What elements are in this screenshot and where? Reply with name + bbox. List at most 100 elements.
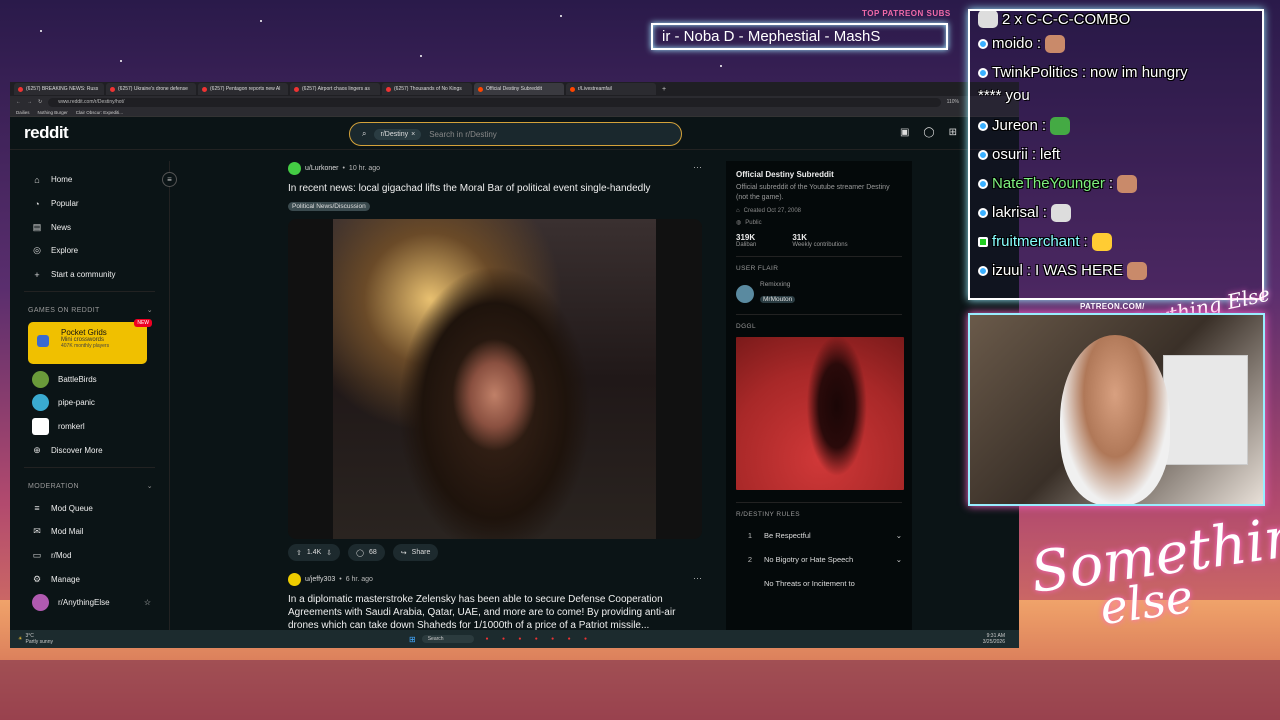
- webcam-feed: [968, 313, 1265, 506]
- subreddit-name: Official Destiny Subreddit: [736, 170, 834, 179]
- comment-icon: ◯: [356, 549, 364, 557]
- post-time: 6 hr. ago: [345, 576, 373, 583]
- browser-tab[interactable]: (6257) Airport chaos lingers as: [290, 83, 380, 95]
- reddit-header: reddit ⌕ r/Destiny × Search in r/Destiny …: [10, 117, 1019, 150]
- game-battlebirds[interactable]: BattleBirds: [10, 367, 169, 391]
- search-subreddit-chip[interactable]: r/Destiny ×: [374, 128, 422, 140]
- rules-heading: R/DESTINY RULES: [736, 511, 801, 518]
- user-flair[interactable]: Remixxing MrMouton: [736, 281, 902, 306]
- subreddit-sidebar: Official Destiny Subreddit Official subr…: [726, 161, 912, 648]
- browser-tab[interactable]: (6257) BREAKING NEWS: Russ: [14, 83, 104, 95]
- browser-tab[interactable]: (6257) Pentagon reports new Al: [198, 83, 288, 95]
- mod-queue[interactable]: ≡ Mod Queue: [10, 496, 169, 520]
- nav-explore[interactable]: ◎ Explore: [10, 239, 169, 263]
- taskbar-search[interactable]: Search: [421, 635, 474, 643]
- subreddit-description: Official subreddit of the Youtube stream…: [736, 184, 890, 201]
- news-icon: ▤: [32, 221, 42, 232]
- create-post-icon[interactable]: ⊞: [949, 127, 957, 138]
- post-1[interactable]: u/Lurkoner • 10 hr. ago In recent news: lo…: [288, 162, 650, 213]
- game-card-pocket-grids[interactable]: Pocket Grids Mini crosswords 407K monthl…: [28, 319, 152, 365]
- reddit-logo[interactable]: reddit: [24, 123, 69, 143]
- chat-message: Jureon:: [978, 111, 1254, 140]
- post-title[interactable]: In a diplomatic masterstroke Zelensky ha…: [288, 593, 702, 632]
- zoom-level[interactable]: 110%: [947, 99, 959, 105]
- globe-icon: ◍: [736, 220, 742, 226]
- nav-news[interactable]: ▤ News: [10, 215, 169, 239]
- post-options-icon[interactable]: ···: [693, 573, 702, 583]
- post-author[interactable]: u/Lurkoner: [305, 165, 338, 172]
- bookmark[interactable]: Dailies: [16, 110, 30, 115]
- community-anythingelse[interactable]: r/AnythingElse ☆: [10, 591, 169, 615]
- dggl-heading: DGGL: [736, 323, 757, 330]
- bookmark[interactable]: Clair Obscur: Expediti...: [76, 110, 123, 115]
- post-options-icon[interactable]: ···: [693, 162, 702, 172]
- browser-tab[interactable]: r/Livestreamfail: [566, 83, 656, 95]
- post-flair[interactable]: Political News/Discussion: [288, 202, 370, 211]
- reload-icon[interactable]: ↻: [38, 99, 42, 105]
- nav-start-community[interactable]: + Start a community: [10, 263, 169, 287]
- moderation-section-header[interactable]: MODERATION ⌄: [10, 476, 169, 496]
- browser-tab[interactable]: (6257) Ukraine's drone defense: [106, 83, 196, 95]
- chevron-down-icon: ⌄: [895, 554, 902, 564]
- rule-3[interactable]: No Threats or Incitement to: [736, 571, 902, 595]
- downvote-icon[interactable]: ⇩: [326, 549, 332, 557]
- patreon-subs-ticker: ir - Noba D - Mephestial - MashS: [651, 23, 948, 50]
- game-pipe-panic[interactable]: pipe-panic: [10, 391, 169, 415]
- game-romkerl[interactable]: romkerl: [10, 415, 169, 439]
- forward-icon[interactable]: →: [27, 99, 32, 105]
- games-section-header[interactable]: GAMES ON REDDIT ⌄: [10, 300, 169, 320]
- back-icon[interactable]: ←: [16, 99, 21, 105]
- user-flair-heading: USER FLAIR: [736, 265, 779, 272]
- browser-tab-active[interactable]: Official Destiny Subreddit: [474, 83, 564, 95]
- share-button[interactable]: ↪ Share: [392, 544, 439, 561]
- plus-icon: +: [34, 269, 40, 280]
- star-icon[interactable]: ☆: [144, 598, 151, 607]
- search-placeholder: Search in r/Destiny: [429, 129, 497, 139]
- post-actions: ⇧ 1.4K ⇩ ◯ 68 ↪ Share: [288, 544, 439, 561]
- bookmark[interactable]: Nothing Burger: [38, 110, 68, 115]
- nav-popular[interactable]: ◔ Popular: [10, 192, 169, 216]
- bookmarks-bar: Dailies Nothing Burger Clair Obscur: Exp…: [10, 108, 1019, 117]
- manage[interactable]: ⚙ Manage: [10, 567, 169, 591]
- streamer: [1060, 335, 1170, 504]
- comments-button[interactable]: ◯ 68: [348, 544, 385, 561]
- post-2[interactable]: u/jeffy303 • 6 hr. ago In a diplomatic mas…: [288, 573, 702, 632]
- dggl-image[interactable]: [736, 337, 904, 490]
- upvote-icon[interactable]: ⇧: [296, 549, 302, 557]
- r-mod[interactable]: ▭ r/Mod: [10, 544, 169, 568]
- gear-icon: ⚙: [32, 573, 42, 584]
- vote-control[interactable]: ⇧ 1.4K ⇩: [288, 544, 341, 561]
- browser-window: (6257) BREAKING NEWS: Russ (6257) Ukrain…: [10, 82, 1019, 648]
- cake-icon: ⌂: [736, 208, 740, 214]
- explore-icon: ◎: [33, 245, 41, 256]
- chevron-down-icon: ⌄: [146, 307, 153, 315]
- chat-message: osurii: left: [978, 140, 1254, 169]
- browser-tab[interactable]: (6257) Thousands of No Kings: [382, 83, 472, 95]
- start-icon[interactable]: ⊞: [409, 635, 416, 644]
- collapse-sidebar-button[interactable]: ≡: [162, 172, 177, 187]
- pocket-grids-icon: [37, 335, 49, 348]
- weekly-contributions: 31K: [792, 233, 808, 242]
- address-bar-row: ← → ↻ www.reddit.com/r/Destiny/hot/ 110%: [10, 96, 1019, 108]
- pipe-panic-avatar: [32, 394, 49, 412]
- new-tab-icon[interactable]: +: [662, 86, 666, 93]
- post-title[interactable]: In recent news: local gigachad lifts the…: [288, 182, 650, 195]
- post-author[interactable]: u/jeffy303: [305, 576, 335, 583]
- nav-home[interactable]: ⌂ Home: [10, 168, 169, 192]
- post-image[interactable]: [288, 219, 702, 539]
- taskbar-apps[interactable]: ● ● ● ● ● ● ●: [486, 636, 593, 642]
- search-bar[interactable]: ⌕ r/Destiny × Search in r/Destiny: [349, 122, 682, 146]
- user-avatar: [288, 573, 301, 586]
- chat-message: NateTheYounger:: [978, 169, 1254, 198]
- url-field[interactable]: www.reddit.com/r/Destiny/hot/: [48, 97, 941, 107]
- rule-1[interactable]: 1 Be Respectful ⌄: [736, 523, 902, 547]
- chip-close-icon[interactable]: ×: [411, 131, 415, 138]
- discover-more[interactable]: ⊕ Discover More: [10, 439, 169, 463]
- chat-message: lakrisal:: [978, 198, 1254, 227]
- chat-icon[interactable]: ◯: [923, 127, 934, 138]
- tab-bar: (6257) BREAKING NEWS: Russ (6257) Ukrain…: [10, 82, 1019, 96]
- ads-icon[interactable]: ▣: [900, 127, 909, 138]
- rule-2[interactable]: 2 No Bigotry or Hate Speech ⌄: [736, 547, 902, 571]
- mod-mail[interactable]: ✉ Mod Mail: [10, 520, 169, 544]
- selfie-photo: [333, 219, 656, 539]
